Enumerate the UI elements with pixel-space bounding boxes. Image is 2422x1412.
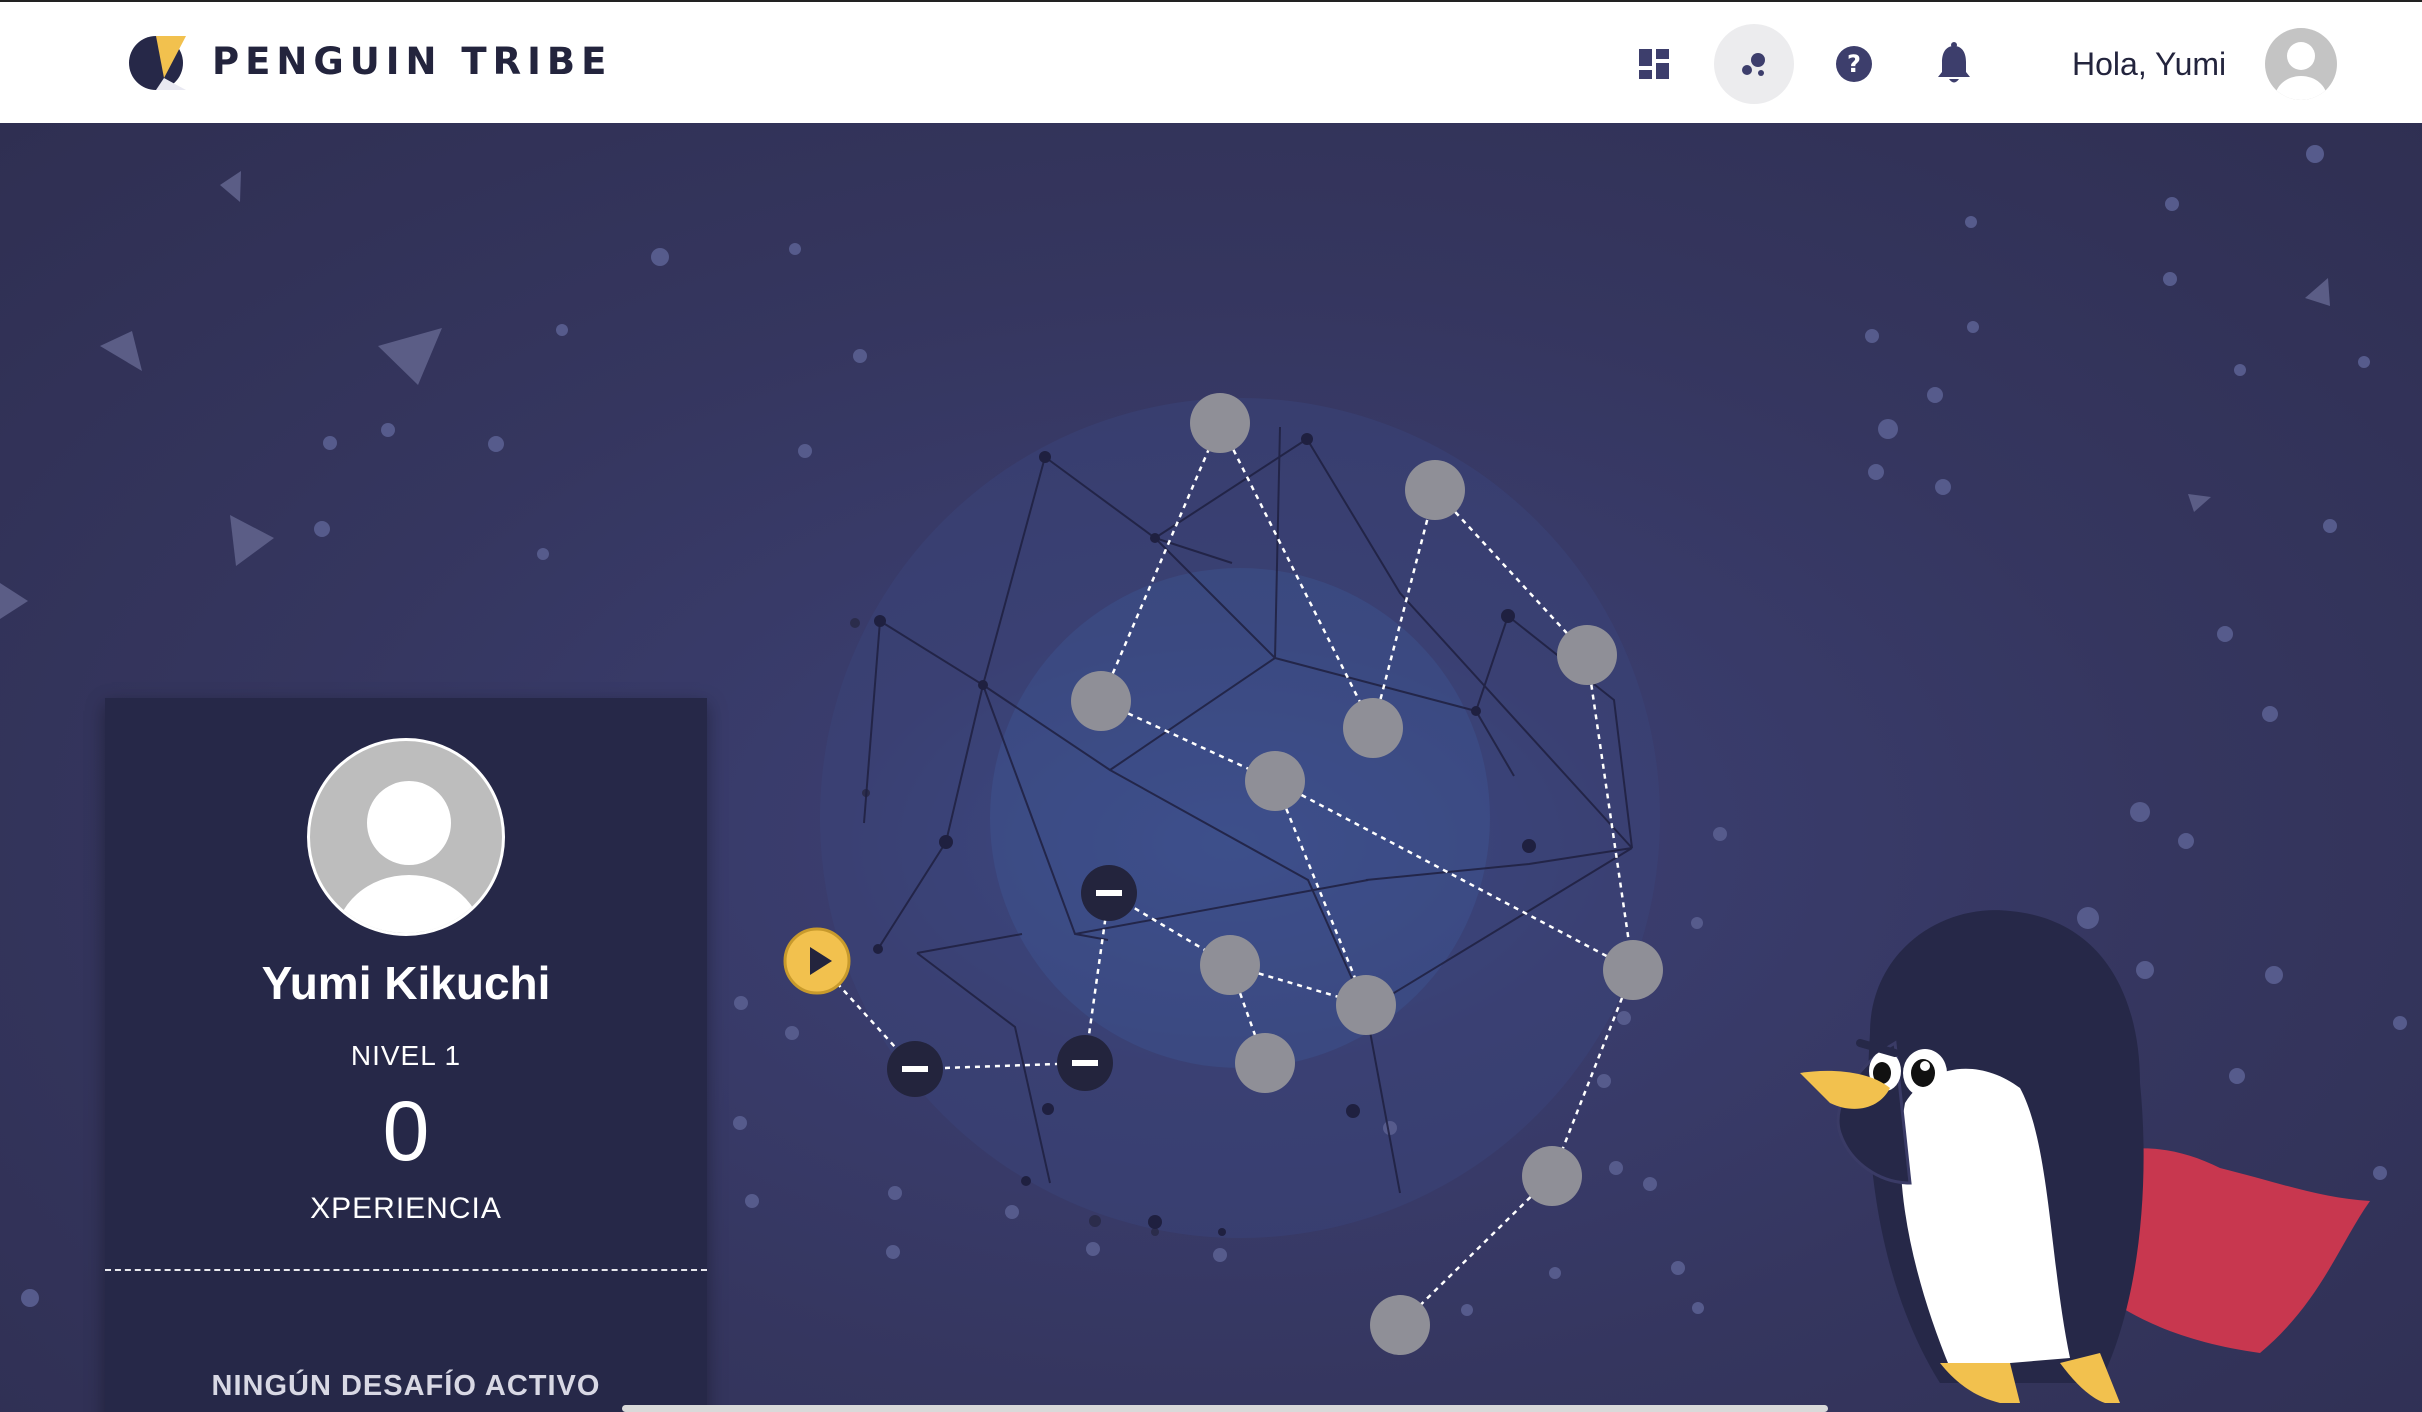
completed-skill-nodes: [887, 865, 1137, 1097]
user-avatar[interactable]: [2265, 28, 2337, 100]
user-greeting[interactable]: Hola, Yumi: [2072, 46, 2226, 83]
experience-label: XPERIENCIA: [310, 1192, 502, 1225]
skill-node[interactable]: [1557, 625, 1617, 685]
penguin-tribe-logo[interactable]: [126, 32, 188, 94]
brand-name[interactable]: PENGUIN TRIBE: [212, 40, 612, 83]
profile-name: Yumi Kikuchi: [261, 957, 551, 1009]
minus-icon[interactable]: [887, 1041, 943, 1097]
svg-text:?: ?: [1847, 50, 1861, 78]
minus-icon[interactable]: [1081, 865, 1137, 921]
skill-paths: [816, 422, 1635, 1326]
skill-node[interactable]: [1200, 935, 1260, 995]
dashboard-icon[interactable]: [1614, 24, 1694, 104]
profile-avatar[interactable]: [307, 738, 505, 936]
skill-constellation-stage: Yumi Kikuchi NIVEL 1 0 XPERIENCIA NINGÚN…: [0, 123, 2422, 1412]
skill-node[interactable]: [1343, 698, 1403, 758]
top-navigation-bar: PENGUIN TRIBE ? Hola, Yumi: [0, 0, 2422, 123]
constellation-icon[interactable]: [1714, 24, 1794, 104]
horizontal-scrollbar[interactable]: [622, 1405, 1828, 1412]
skill-node[interactable]: [1336, 975, 1396, 1035]
profile-level: NIVEL 1: [350, 1040, 462, 1071]
skill-node[interactable]: [1190, 393, 1250, 453]
penguin-mascot-illustration: [1800, 910, 2370, 1403]
skill-node[interactable]: [1522, 1146, 1582, 1206]
experience-value: 0: [382, 1084, 430, 1178]
card-divider: [105, 1269, 707, 1271]
active-challenge-status: NINGÚN DESAFÍO ACTIVO: [211, 1370, 601, 1402]
skill-node[interactable]: [1235, 1033, 1295, 1093]
bell-icon[interactable]: [1914, 24, 1994, 104]
help-icon[interactable]: ?: [1814, 24, 1894, 104]
skill-node[interactable]: [1405, 460, 1465, 520]
skill-node[interactable]: [1071, 671, 1131, 731]
skill-node[interactable]: [1370, 1295, 1430, 1355]
skill-node[interactable]: [1603, 940, 1663, 1000]
play-icon[interactable]: [783, 927, 851, 995]
profile-card: Yumi Kikuchi NIVEL 1 0 XPERIENCIA NINGÚN…: [105, 698, 707, 1412]
skill-node[interactable]: [1245, 751, 1305, 811]
minus-icon[interactable]: [1057, 1035, 1113, 1091]
